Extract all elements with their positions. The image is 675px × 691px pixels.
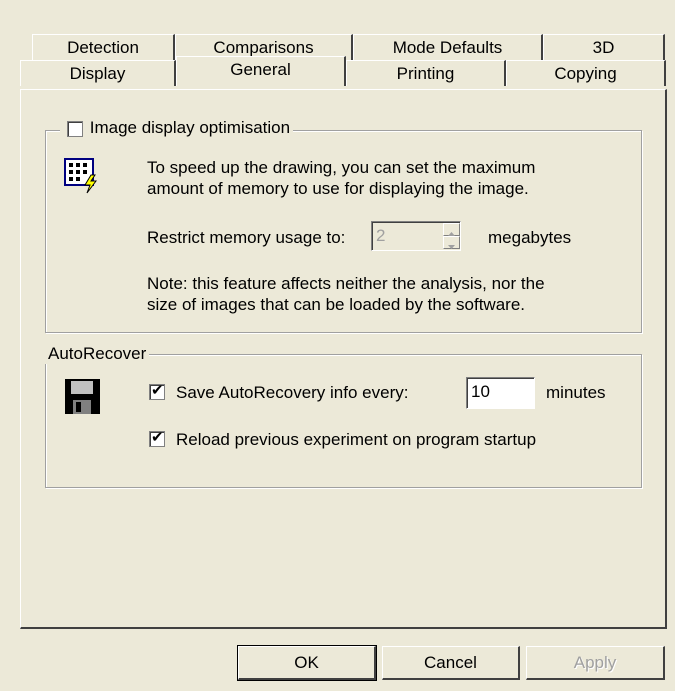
tab-3d[interactable]: 3D	[543, 34, 665, 60]
tab-copying-label: Copying	[554, 64, 617, 83]
tab-display-label: Display	[69, 64, 126, 83]
tab-display[interactable]: Display	[20, 60, 176, 86]
image-optimisation-desc-line2: amount of memory to use for displaying t…	[147, 179, 529, 198]
autorecovery-minutes-value: 10	[471, 382, 490, 401]
check-mark-icon: ✔	[151, 429, 164, 446]
spin-down-icon	[448, 245, 455, 249]
tab-general[interactable]: General	[176, 56, 346, 86]
ok-button[interactable]: OK	[237, 645, 377, 681]
image-optimisation-checkbox[interactable]	[67, 121, 83, 137]
autorecover-legend: AutoRecover	[45, 344, 150, 364]
image-optimisation-note-line1: Note: this feature affects neither the a…	[147, 274, 545, 293]
reload-previous-checkbox[interactable]: ✔	[149, 429, 165, 447]
image-optimisation-legend[interactable]: Image display optimisation	[60, 118, 294, 138]
tab-3d-label: 3D	[592, 38, 615, 57]
cancel-button[interactable]: Cancel	[382, 646, 520, 680]
tab-printing-label: Printing	[396, 64, 455, 83]
restrict-memory-label: Restrict memory usage to:	[147, 228, 346, 247]
tab-copying[interactable]: Copying	[506, 60, 666, 86]
image-optimisation-desc-line1: To speed up the drawing, you can set the…	[147, 158, 536, 177]
restrict-memory-spin-up[interactable]	[443, 223, 460, 236]
tab-mode-defaults-label: Mode Defaults	[392, 38, 503, 57]
image-optimisation-note-line2: size of images that can be loaded by the…	[147, 295, 526, 314]
autorecovery-minutes-input[interactable]: 10	[466, 377, 535, 409]
restrict-memory-spin-down[interactable]	[443, 236, 460, 249]
apply-button[interactable]: Apply	[526, 646, 665, 680]
tab-mode-defaults[interactable]: Mode Defaults	[353, 34, 543, 60]
restrict-memory-value: 2	[376, 226, 386, 245]
tab-detection-label: Detection	[67, 38, 139, 57]
tab-printing[interactable]: Printing	[346, 60, 506, 86]
reload-previous-label[interactable]: Reload previous experiment on program st…	[176, 429, 536, 450]
tab-general-label: General	[230, 60, 291, 79]
save-autorecovery-checkbox[interactable]: ✔	[149, 382, 165, 400]
image-optimisation-label[interactable]: Image display optimisation	[90, 118, 290, 137]
memory-grid-icon	[61, 155, 101, 195]
autorecover-group	[45, 354, 642, 488]
tab-comparisons-label: Comparisons	[213, 38, 314, 57]
save-autorecovery-label[interactable]: Save AutoRecovery info every:	[176, 382, 408, 403]
tab-detection[interactable]: Detection	[32, 34, 175, 60]
floppy-disk-icon	[64, 378, 102, 416]
check-mark-icon: ✔	[151, 382, 164, 399]
autorecovery-minutes-unit: minutes	[546, 383, 606, 402]
restrict-memory-unit: megabytes	[488, 228, 572, 247]
tab-panel-general: Image display optimisation To speed up t…	[20, 89, 667, 629]
